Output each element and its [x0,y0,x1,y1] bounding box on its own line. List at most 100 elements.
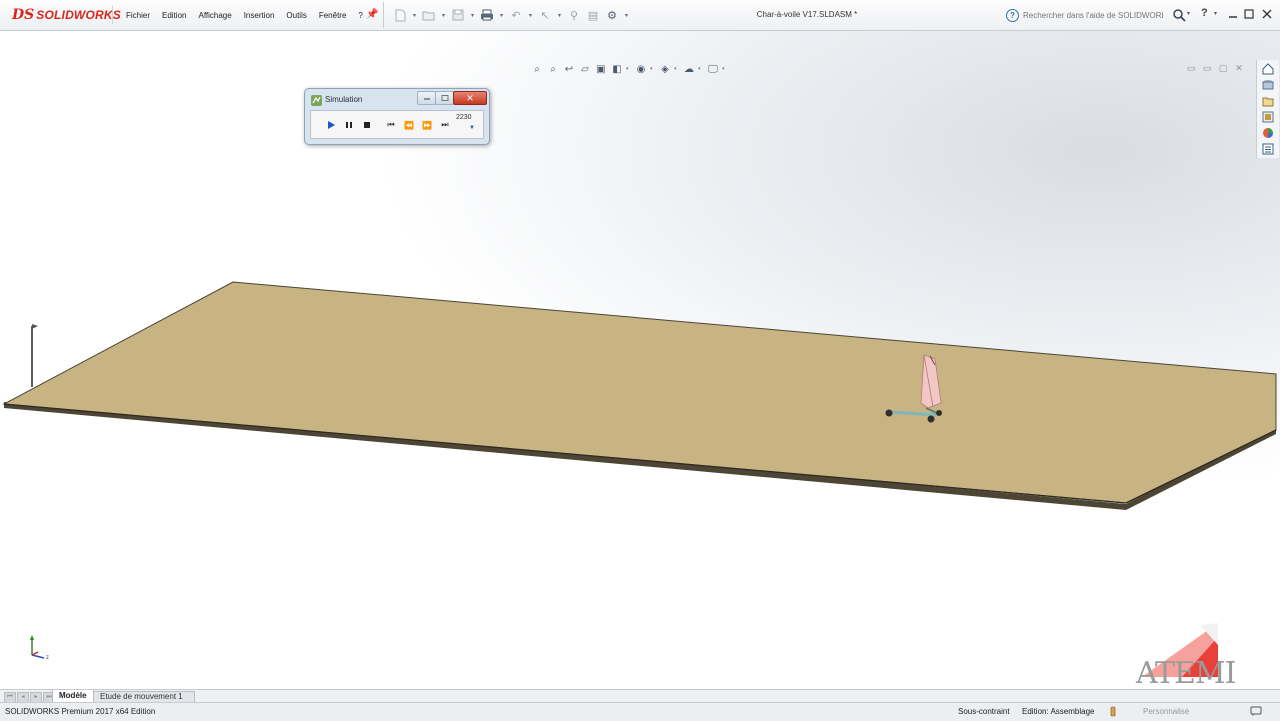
play-button[interactable] [325,119,337,131]
chevron-down-icon[interactable]: ▾ [626,66,632,72]
display-style-icon[interactable]: ◧ [610,62,624,76]
chevron-down-icon[interactable]: ▾ [674,66,680,72]
section-view-icon[interactable]: ▱ [578,62,592,76]
skip-end-button[interactable]: ⏭ [439,119,451,131]
zoom-to-area-icon[interactable]: ⌕ [546,62,560,76]
viewport-maximize-icon[interactable]: ▢ [1218,63,1228,73]
home-icon[interactable] [1261,62,1275,76]
chevron-down-icon[interactable]: ▾ [722,66,728,72]
separator [112,6,113,24]
appearances-icon[interactable] [1261,126,1275,140]
close-window-button[interactable] [1260,7,1274,21]
constraint-status: Sous-contraint [958,707,1010,716]
brand-name: SOLIDWORKS [36,8,121,22]
view-settings-icon[interactable]: 🖵 [706,62,720,76]
select-cursor-icon[interactable]: ↖ [537,7,553,23]
graphics-area[interactable]: z ⌕ ⌕ ↩ ▱ ▣ ◧ ▾ ◉ ▾ ◈ ▾ ☁ ▾ 🖵 ▾ ▭ ▭ ▢ ✕ … [0,31,1280,689]
document-title: Char-à-voile V17.SLDASM * [756,10,858,19]
design-library-icon[interactable] [1261,78,1275,92]
view-palette-icon[interactable] [1261,110,1275,124]
chevron-down-icon[interactable]: ▾ [1187,10,1190,17]
chevron-down-icon[interactable]: ▾ [623,7,630,23]
chevron-down-icon[interactable]: ▾ [498,7,505,23]
help-search-input[interactable] [1023,10,1163,20]
previous-view-icon[interactable]: ↩ [562,62,576,76]
search-icon[interactable] [1172,8,1186,22]
help-icon[interactable]: ? [1201,7,1208,19]
chevron-down-icon[interactable]: ▾ [556,7,563,23]
new-document-icon[interactable] [392,7,408,23]
simulation-controls: ⏮ ⏪ ⏩ ⏭ 2230 ▼ [310,110,484,139]
hide-show-items-icon[interactable]: ◉ [634,62,648,76]
menu-insertion[interactable]: Insertion [238,11,281,20]
edit-appearance-icon[interactable]: ◈ [658,62,672,76]
save-icon[interactable] [450,7,466,23]
chevron-down-icon[interactable]: ▾ [1214,10,1217,17]
solidworks-logo[interactable]: DS SOLIDWORKS [12,4,121,26]
view-orientation-icon[interactable]: ▣ [594,62,608,76]
rebuild-icon[interactable]: ⚲ [566,7,582,23]
viewport-split-icon[interactable]: ▭ [1202,63,1212,73]
ground-plate [2,281,1277,504]
document-tabs: ⏮ ◂ ▸ ⏭ Modèle Etude de mouvement 1 [0,689,1280,703]
help-question-icon: ? [1006,8,1019,22]
menu-fenetre[interactable]: Fenêtre [313,11,353,20]
tab-model[interactable]: Modèle [52,690,94,702]
unit-system[interactable]: Personnalisé [1143,707,1189,716]
pause-button[interactable] [343,119,355,131]
file-explorer-icon[interactable] [1261,94,1275,108]
stop-button[interactable] [361,119,373,131]
step-forward-button[interactable]: ⏩ [421,119,433,131]
chevron-down-icon[interactable]: ▾ [698,66,704,72]
viewport-controls: ▭ ▭ ▢ ✕ [1186,63,1244,73]
simulation-dialog: Simulation ✕ ⏮ ⏪ ⏩ ⏭ 2230 ▼ [304,88,490,145]
orientation-triad: z [30,635,49,661]
apply-scene-icon[interactable]: ☁ [682,62,696,76]
menu-edition[interactable]: Edition [156,11,192,20]
svg-text:z: z [46,655,49,661]
chevron-down-icon[interactable]: ▼ [469,125,475,131]
viewport-restore-icon[interactable]: ▭ [1186,63,1196,73]
task-pane [1256,60,1279,158]
frame-counter: 2230 [456,114,472,121]
pin-icon[interactable]: 📌 [366,9,378,21]
viewport-close-icon[interactable]: ✕ [1234,63,1244,73]
menu-outils[interactable]: Outils [280,11,312,20]
chevron-down-icon[interactable]: ▾ [650,66,656,72]
watermark-text: ATEMI [1136,656,1237,689]
edit-mode-status: Edition: Assemblage [1022,707,1095,716]
file-properties-icon[interactable]: ▤ [585,7,601,23]
heads-up-view-toolbar: ⌕ ⌕ ↩ ▱ ▣ ◧ ▾ ◉ ▾ ◈ ▾ ☁ ▾ 🖵 ▾ [530,61,728,77]
maximize-window-button[interactable] [1242,7,1256,21]
zoom-to-fit-icon[interactable]: ⌕ [530,62,544,76]
custom-properties-icon[interactable] [1261,142,1275,156]
simulation-title: Simulation [325,95,363,104]
separator [383,2,384,28]
minimize-button[interactable] [417,91,436,105]
status-bar: SOLIDWORKS Premium 2017 x64 Edition Sous… [0,702,1280,721]
marker-pole [31,324,38,387]
rewind-start-button[interactable]: ⏮ [385,119,397,131]
undo-icon[interactable]: ↶ [508,7,524,23]
simulation-icon [311,95,322,106]
chevron-down-icon[interactable]: ▾ [527,7,534,23]
chevron-down-icon[interactable]: ▾ [469,7,476,23]
close-button[interactable]: ✕ [453,91,487,105]
maximize-button[interactable] [435,91,454,105]
assembly-scene: z [2,281,1277,661]
chevron-down-icon[interactable]: ▾ [440,7,447,23]
chevron-down-icon[interactable]: ▾ [411,7,418,23]
print-icon[interactable] [479,7,495,23]
product-version: SOLIDWORKS Premium 2017 x64 Edition [5,707,156,716]
minimize-window-button[interactable] [1226,7,1240,21]
open-folder-icon[interactable] [421,7,437,23]
options-gear-icon[interactable]: ⚙ [604,7,620,23]
step-back-button[interactable]: ⏪ [403,119,415,131]
help-search-box[interactable]: ? [1006,7,1192,23]
menu-fichier[interactable]: Fichier [120,11,156,20]
ds-logo-icon: DS [12,7,35,23]
rebuild-indicator-icon[interactable] [1110,706,1116,719]
standard-toolbar: ▾ ▾ ▾ ▾ ↶ ▾ ↖ ▾ ⚲ ▤ ⚙ ▾ [392,7,630,23]
menu-affichage[interactable]: Affichage [192,11,237,20]
tooltip-toggle-icon[interactable] [1250,705,1262,719]
